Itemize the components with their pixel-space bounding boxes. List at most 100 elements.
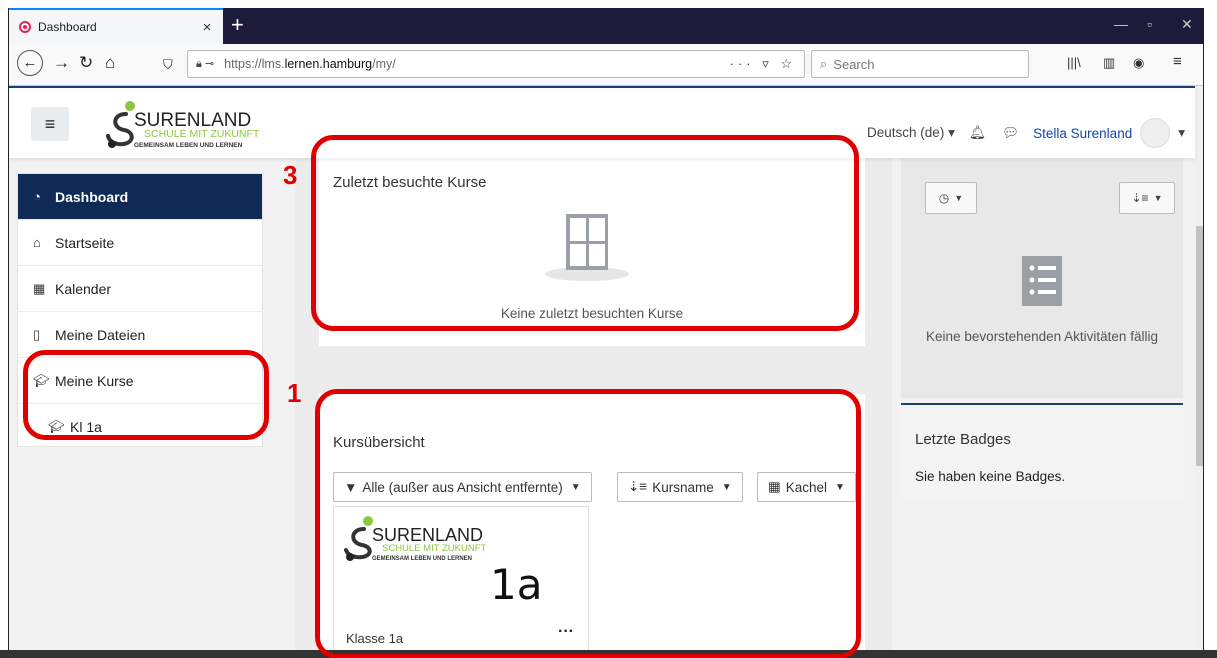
sort-icon: ⇣≡ <box>628 479 648 494</box>
filter-label: Alle (außer aus Ansicht entfernte) <box>362 479 563 495</box>
timeline-sort-button[interactable]: ⇣≡ ▼ <box>1119 182 1175 214</box>
calendar-icon: ▦ <box>33 280 46 296</box>
recent-courses-title: Zuletzt besuchte Kurse <box>333 174 487 191</box>
avatar[interactable] <box>1140 118 1171 148</box>
logo-tag-text: GEMEINSAM LEBEN UND LERNEN <box>134 142 243 149</box>
hamburger-menu-button[interactable]: ≡ <box>31 107 69 141</box>
sidebar-item-label: Kalender <box>55 280 112 297</box>
tab-title: Dashboard <box>38 20 97 34</box>
sidebar-item-startseite[interactable]: ⌂ Startseite <box>18 220 262 266</box>
course-name[interactable]: Klasse 1a <box>346 631 403 646</box>
annotation-number-2: 2 <box>9 330 10 361</box>
view-label: Kachel <box>785 479 828 495</box>
sidebar-item-label: Startseite <box>55 234 115 251</box>
badges-empty-text: Sie haben keine Badges. <box>915 469 1066 484</box>
url-domain: lernen.hamburg <box>284 57 373 71</box>
timeline-block: Zeitleiste ◷▼ ⇣≡▼ Keine bevorstehenden A… <box>901 148 1183 398</box>
new-tab-button[interactable]: + <box>231 14 244 36</box>
course-menu-button[interactable]: ··· <box>558 623 574 641</box>
course-overview-title: Kursübersicht <box>333 434 425 451</box>
chevron-down-icon: ▼ <box>721 481 732 493</box>
url-prefix: https://lms. <box>224 57 285 71</box>
sidebar-toggle-icon[interactable]: ▥ <box>1103 55 1115 71</box>
language-menu[interactable]: Deutsch (de) ▾ <box>867 125 955 141</box>
page-scrollbar[interactable] <box>1195 86 1203 658</box>
grid-icon: ▦ <box>768 479 781 494</box>
chevron-down-icon: ▼ <box>1153 193 1163 203</box>
chevron-down-icon: ▼ <box>835 481 845 493</box>
annotation-number-1: 1 <box>287 378 302 408</box>
main-content: Zuletzt besuchte Kurse Keine zuletzt bes… <box>295 148 892 658</box>
sidebar-item-kl-1a[interactable]: 🎓︎ Kl 1a <box>18 404 262 450</box>
close-window-button[interactable]: ✕ <box>1181 16 1193 33</box>
search-input[interactable]: ⌕ Search <box>811 50 1029 78</box>
taskbar-strip <box>0 650 1217 658</box>
sidebar-item-label: Kl 1a <box>70 419 102 435</box>
sidebar-item-label: Meine Kurse <box>55 372 134 389</box>
sidebar-item-kalender[interactable]: ▦ Kalender <box>18 266 262 312</box>
sidebar-item-meine-kurse[interactable]: 🎓︎ Meine Kurse <box>18 358 262 404</box>
badges-title: Letzte Badges <box>915 431 1011 448</box>
course-image-label: 1a <box>490 560 542 609</box>
graduation-cap-icon: 🎓︎ <box>33 372 50 388</box>
recent-courses-empty-text: Keine zuletzt besuchten Kurse <box>500 306 684 321</box>
restore-button[interactable]: ▫ <box>1147 16 1152 32</box>
filter-icon: ▼ <box>344 479 358 495</box>
dashboard-icon: ◔ <box>33 189 41 204</box>
annotation-number-3: 3 <box>283 160 298 190</box>
filter-dropdown[interactable]: ▼ Alle (außer aus Ansicht entfernte) ▼ <box>333 472 592 502</box>
scrollbar-thumb[interactable] <box>1196 226 1203 466</box>
header-right: Deutsch (de) ▾ 🔔︎ 💬︎ Stella Surenland ▾ <box>867 118 1185 148</box>
url-bar[interactable]: 🔒︎ ⊸ https://lms. lernen.hamburg/my/ ··· … <box>187 50 805 78</box>
timeline-empty-text: Keine bevorstehenden Aktivitäten fällig <box>926 329 1158 344</box>
sidebar-item-label: Meine Dateien <box>55 326 146 343</box>
account-icon[interactable]: ◉ <box>1133 55 1144 71</box>
empty-courses-icon <box>545 214 629 281</box>
back-button[interactable]: ← <box>17 50 43 76</box>
title-bar: Dashboard × + — ▫ ✕ <box>9 8 1203 44</box>
surenland-logo: SURENLAND SCHULE MIT ZUKUNFT GEMEINSAM L… <box>106 101 260 149</box>
tab-dashboard[interactable]: Dashboard × <box>9 8 223 44</box>
logo-sub-text: SCHULE MIT ZUKUNFT <box>144 128 260 140</box>
home-button[interactable]: ⌂ <box>105 53 115 73</box>
sidebar-nav: ◔ Dashboard ⌂ Startseite ▦ Kalender ▯ Me… <box>17 173 263 447</box>
empty-timeline-icon <box>1022 256 1062 306</box>
language-label: Deutsch (de) <box>867 125 945 140</box>
course-logo-sub: SCHULE MIT ZUKUNFT <box>382 543 487 554</box>
minimize-button[interactable]: — <box>1114 16 1128 32</box>
page-actions-icon[interactable]: ··· ▿ ☆ <box>730 56 796 72</box>
library-icon[interactable]: |||\ <box>1067 55 1081 70</box>
view-dropdown[interactable]: ▦ Kachel ▼ <box>757 472 856 502</box>
file-icon: ▯ <box>33 326 41 342</box>
sidebar-item-dashboard[interactable]: ◔ Dashboard <box>18 174 262 220</box>
sort-icon: ⇣≡ <box>1131 191 1149 205</box>
recent-courses-block: Zuletzt besuchte Kurse Keine zuletzt bes… <box>319 148 865 346</box>
graduation-cap-icon: 🎓︎ <box>48 419 65 434</box>
shield-icon[interactable]: ⛉ <box>163 55 173 75</box>
user-name[interactable]: Stella Surenland <box>1033 126 1132 141</box>
sidebar-item-label: Dashboard <box>55 188 129 205</box>
chevron-down-icon: ▼ <box>954 193 964 203</box>
sort-dropdown[interactable]: ⇣≡ Kursname ▼ <box>617 472 743 502</box>
lock-icon: 🔒︎ ⊸ <box>196 58 215 70</box>
moodle-favicon-icon <box>19 21 31 33</box>
message-icon[interactable]: 💬︎ <box>1002 125 1019 141</box>
user-menu-caret-icon[interactable]: ▾ <box>1178 125 1185 141</box>
browser-window: Dashboard × + — ▫ ✕ ← → ↻ ⌂ ⛉ 🔒︎ ⊸ https… <box>8 8 1204 658</box>
reload-button[interactable]: ↻ <box>79 53 93 73</box>
sidebar-item-meine-dateien[interactable]: ▯ Meine Dateien <box>18 312 262 358</box>
course-logo-tag: GEMEINSAM LEBEN UND LERNEN <box>372 556 472 562</box>
forward-button[interactable]: → <box>53 53 70 73</box>
course-overview-block: Kursübersicht ▼ Alle (außer aus Ansicht … <box>319 394 865 658</box>
sort-label: Kursname <box>652 479 714 495</box>
home-icon: ⌂ <box>33 235 41 250</box>
menu-icon[interactable]: ≡ <box>1173 53 1182 70</box>
navigation-bar: ← → ↻ ⌂ ⛉ 🔒︎ ⊸ https://lms. lernen.hambur… <box>9 44 1203 86</box>
course-card[interactable]: SURENLAND SCHULE MIT ZUKUNFT GEMEINSAM L… <box>333 506 589 658</box>
tab-close-button[interactable]: × <box>197 19 217 36</box>
url-path: /my/ <box>372 57 396 71</box>
bell-icon[interactable]: 🔔︎ <box>969 125 986 141</box>
clock-icon: ◷ <box>938 191 950 205</box>
timeline-filter-button[interactable]: ◷ ▼ <box>925 182 977 214</box>
page-header: ≡ SURENLAND SCHULE MIT ZUKUNFT GEMEINSAM… <box>9 86 1195 158</box>
